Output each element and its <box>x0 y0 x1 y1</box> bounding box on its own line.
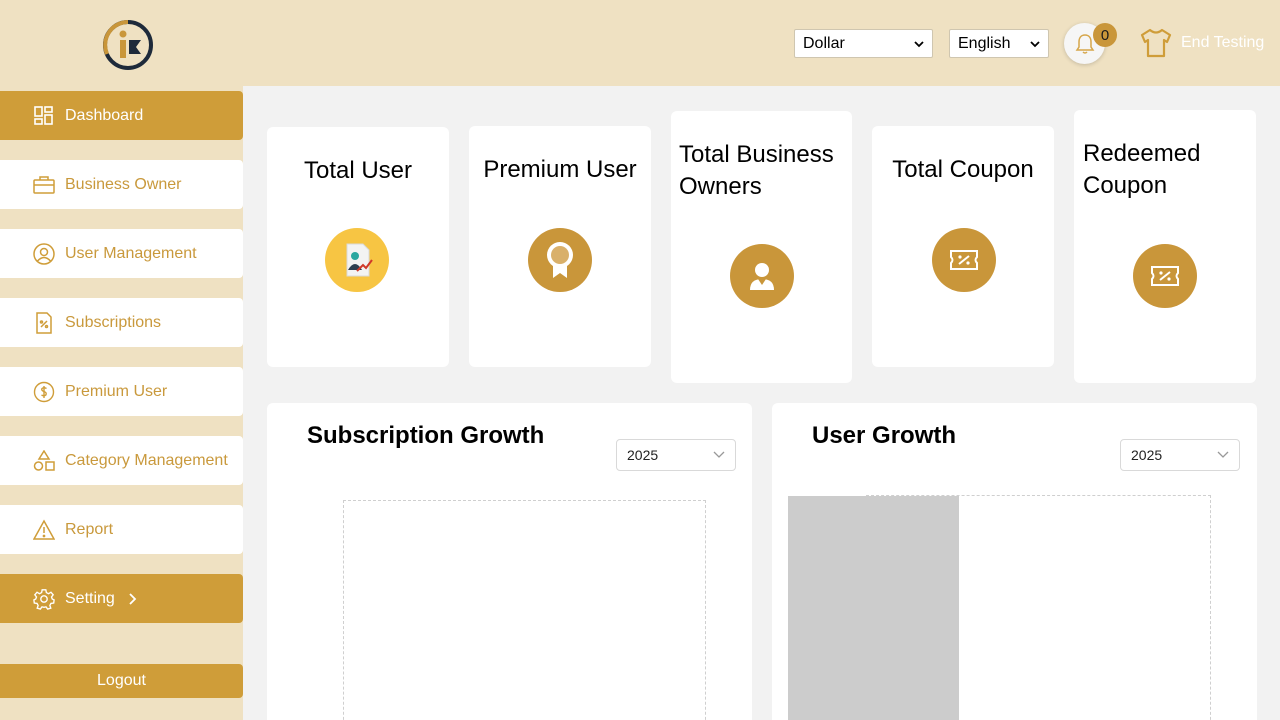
subscription-growth-panel: Subscription Growth 2025 <box>267 403 752 720</box>
top-header: Dollar English 0 End Testing <box>0 0 1280 86</box>
shapes-icon <box>33 449 55 472</box>
sidebar-item-premium-user[interactable]: Premium User <box>0 367 243 416</box>
stat-card-title: Total Coupon <box>892 156 1034 183</box>
stat-card-total-coupon[interactable]: Total Coupon <box>872 126 1054 367</box>
currency-select[interactable]: Dollar <box>794 29 933 58</box>
language-value: English <box>958 34 1011 52</box>
user-report-icon <box>325 228 389 292</box>
sidebar-item-label: Category Management <box>65 451 228 469</box>
chevron-down-icon <box>1030 40 1040 47</box>
subscription-chart-area <box>343 500 706 720</box>
user-year-select[interactable]: 2025 <box>1120 439 1240 471</box>
sidebar-item-user-management[interactable]: User Management <box>0 229 243 278</box>
subscription-growth-title: Subscription Growth <box>307 422 545 449</box>
sidebar-item-report[interactable]: Report <box>0 505 243 554</box>
sidebar-item-label: User Management <box>65 244 197 262</box>
briefcase-icon <box>33 174 55 196</box>
notification-count-badge: 0 <box>1093 23 1117 47</box>
stat-card-title: Redeemed Coupon <box>1083 140 1201 199</box>
currency-value: Dollar <box>803 34 845 52</box>
sidebar-item-dashboard[interactable]: Dashboard <box>0 91 243 140</box>
sidebar-item-label: Business Owner <box>65 175 182 193</box>
stat-card-title: Total User <box>303 157 413 184</box>
coupon-icon <box>1133 244 1197 308</box>
year-select-value: 2025 <box>627 447 659 463</box>
warning-triangle-icon <box>33 518 55 541</box>
brand-logo[interactable] <box>101 18 155 72</box>
stat-card-total-business-owners[interactable]: Total Business Owners <box>671 111 852 383</box>
person-icon <box>730 244 794 308</box>
sidebar-item-label: Premium User <box>65 382 168 400</box>
year-select-value: 2025 <box>1131 447 1163 463</box>
user-growth-panel: User Growth 2025 <box>772 403 1257 720</box>
stat-card-title: Total Business Owners <box>679 141 834 200</box>
stat-card-title: Premium User <box>483 156 637 183</box>
bell-icon <box>1075 33 1094 54</box>
sidebar-item-business-owner[interactable]: Business Owner <box>0 160 243 209</box>
sidebar-item-category-management[interactable]: Category Management <box>0 436 243 485</box>
logout-button[interactable]: Logout <box>0 664 243 698</box>
stat-card-premium-user[interactable]: Premium User <box>469 126 651 367</box>
award-ribbon-icon <box>528 228 592 292</box>
chevron-down-icon <box>713 451 725 458</box>
sidebar-item-label: Subscriptions <box>65 313 162 331</box>
sidebar-item-setting[interactable]: Setting <box>0 574 243 623</box>
chevron-down-icon <box>914 40 924 47</box>
dollar-coin-icon <box>33 381 55 403</box>
chevron-right-icon <box>129 592 137 605</box>
stat-card-redeemed-coupon[interactable]: Redeemed Coupon <box>1074 110 1256 383</box>
sidebar-item-label: Report <box>65 520 114 538</box>
sidebar-item-label: Setting <box>65 589 115 607</box>
user-circle-icon <box>33 242 55 265</box>
stat-card-total-user[interactable]: Total User <box>267 127 449 367</box>
chevron-down-icon <box>1217 451 1229 458</box>
sidebar: Dashboard Business Owner User Management… <box>0 86 243 720</box>
coupon-icon <box>932 228 996 292</box>
chart-placeholder-block <box>788 496 959 720</box>
document-percent-icon <box>33 311 55 334</box>
dashboard-icon <box>33 105 55 127</box>
user-growth-title: User Growth <box>812 422 957 449</box>
gear-icon <box>33 588 55 610</box>
tshirt-icon <box>1140 28 1172 58</box>
sidebar-item-label: Dashboard <box>65 106 144 124</box>
end-testing-button[interactable]: End Testing <box>1139 25 1264 61</box>
sidebar-item-subscriptions[interactable]: Subscriptions <box>0 298 243 347</box>
end-testing-label: End Testing <box>1181 34 1265 51</box>
subscription-year-select[interactable]: 2025 <box>616 439 736 471</box>
language-select[interactable]: English <box>949 29 1049 58</box>
